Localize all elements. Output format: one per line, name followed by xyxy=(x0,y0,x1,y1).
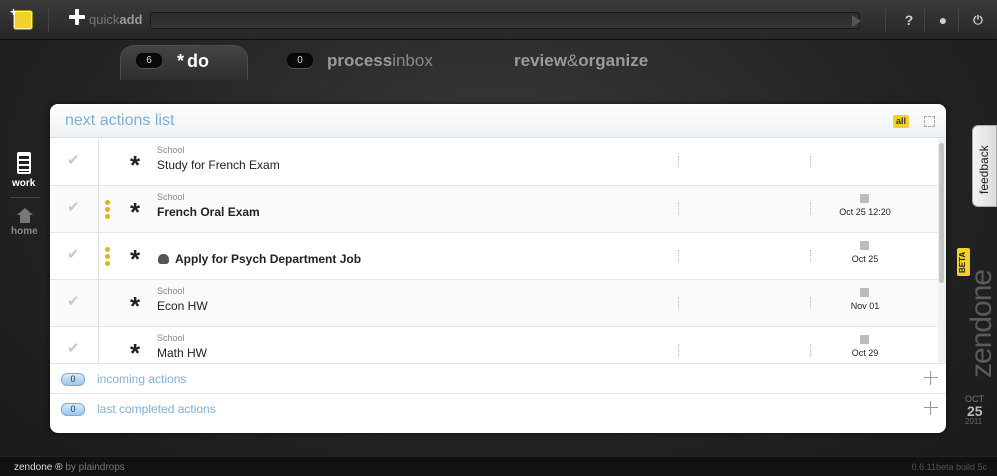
app-window: + quickadd ? ● ⏻ 6 * do 0 processinbox re… xyxy=(0,0,997,476)
divider xyxy=(678,344,679,356)
help-icon[interactable]: ? xyxy=(901,12,917,28)
home-icon[interactable] xyxy=(17,208,33,224)
action-context: School xyxy=(157,145,185,155)
divider xyxy=(810,344,811,356)
footer: zendone ® by plaindrops 0.6.11beta build… xyxy=(0,456,997,476)
sidebar-item-work[interactable]: work xyxy=(12,178,35,189)
sidebar-item-home[interactable]: home xyxy=(11,226,38,237)
incoming-count: 0 xyxy=(61,373,85,386)
divider xyxy=(678,297,679,309)
divider xyxy=(924,8,925,32)
due-date: Nov 01 xyxy=(850,301,880,311)
quickadd-input[interactable] xyxy=(150,12,860,29)
top-bar: + quickadd ? ● ⏻ xyxy=(0,0,997,40)
next-actions-panel: next actions list all ✔ * School Study f… xyxy=(50,104,946,433)
list-item[interactable]: ✔ * Apply for Psych Department Job Oct 2… xyxy=(50,233,938,280)
list-item[interactable]: ✔ * School French Oral Exam Oct 25 12:20 xyxy=(50,186,938,233)
divider xyxy=(810,250,811,262)
divider xyxy=(98,139,99,185)
divider xyxy=(958,8,959,32)
expand-plus-icon[interactable] xyxy=(924,401,938,415)
divider xyxy=(810,297,811,309)
quickadd-plus-icon[interactable] xyxy=(68,8,86,26)
brand-logo: zendone xyxy=(965,269,997,378)
divider xyxy=(10,197,40,198)
expand-icon[interactable] xyxy=(924,116,935,127)
due-date: Oct 25 xyxy=(851,254,879,264)
check-icon[interactable]: ✔ xyxy=(67,153,84,168)
check-icon[interactable]: ✔ xyxy=(67,341,84,356)
list-item[interactable]: ✔ * School Econ HW Nov 01 xyxy=(50,280,938,327)
action-context: School xyxy=(157,192,185,202)
divider xyxy=(678,203,679,215)
expand-plus-icon[interactable] xyxy=(924,371,938,385)
work-icon[interactable] xyxy=(17,152,31,174)
check-icon[interactable]: ✔ xyxy=(67,294,84,309)
feedback-tab[interactable]: feedback xyxy=(972,125,997,207)
divider xyxy=(810,156,811,168)
tab-review-organize[interactable]: review&organize xyxy=(514,51,648,71)
panel-header: next actions list all xyxy=(50,104,946,138)
panel-title: next actions list xyxy=(65,112,175,129)
list-item[interactable]: ✔ * School Math HW Oct 29 xyxy=(50,327,938,363)
divider xyxy=(810,203,811,215)
action-title[interactable]: Study for French Exam xyxy=(157,158,280,172)
star-icon[interactable]: * xyxy=(130,199,140,225)
action-context: School xyxy=(157,333,185,343)
star-icon[interactable]: * xyxy=(130,293,140,319)
divider xyxy=(885,8,886,32)
date-year: 2011 xyxy=(965,417,983,426)
divider xyxy=(98,186,99,232)
filter-all-button[interactable]: all xyxy=(893,115,909,128)
calendar-icon xyxy=(860,194,869,203)
incoming-actions-label[interactable]: incoming actions xyxy=(97,372,186,386)
quickadd-submit-icon[interactable] xyxy=(852,15,861,27)
list-scrollbar[interactable] xyxy=(938,139,946,363)
action-list: ✔ * School Study for French Exam ✔ * Sch… xyxy=(50,139,938,363)
user-icon[interactable]: ● xyxy=(935,12,951,28)
divider xyxy=(98,327,99,363)
quickadd-label: quickadd xyxy=(89,12,143,27)
priority-icon xyxy=(105,200,110,221)
due-date: Oct 29 xyxy=(851,348,879,358)
scroll-thumb[interactable] xyxy=(939,143,944,283)
calendar-icon xyxy=(860,335,869,344)
divider xyxy=(98,280,99,326)
calendar-icon xyxy=(860,288,869,297)
action-title[interactable]: Apply for Psych Department Job xyxy=(175,252,361,266)
check-icon[interactable]: ✔ xyxy=(67,247,84,262)
completed-actions-section[interactable]: 0 last completed actions xyxy=(50,393,946,423)
divider xyxy=(678,250,679,262)
list-item[interactable]: ✔ * School Study for French Exam xyxy=(50,139,938,186)
tab-do-count: 6 xyxy=(136,53,162,68)
action-title[interactable]: Econ HW xyxy=(157,299,208,313)
star-icon[interactable]: * xyxy=(130,152,140,178)
action-title[interactable]: French Oral Exam xyxy=(157,205,260,219)
footer-credit: zendone ® by plaindrops xyxy=(14,462,125,473)
new-note-icon[interactable]: + xyxy=(10,5,33,30)
version-label: 0.6.11beta build 5c xyxy=(911,462,987,472)
completed-count: 0 xyxy=(61,403,85,416)
evernote-icon xyxy=(158,254,169,264)
calendar-icon xyxy=(860,241,869,250)
incoming-actions-section[interactable]: 0 incoming actions xyxy=(50,363,946,393)
divider xyxy=(678,156,679,168)
action-title[interactable]: Math HW xyxy=(157,346,207,360)
star-icon: * xyxy=(177,51,185,71)
check-icon[interactable]: ✔ xyxy=(67,200,84,215)
divider xyxy=(98,233,99,279)
due-date: Oct 25 12:20 xyxy=(839,207,891,217)
tab-do[interactable]: * do xyxy=(177,51,209,72)
power-icon[interactable]: ⏻ xyxy=(970,12,986,28)
completed-actions-label[interactable]: last completed actions xyxy=(97,402,216,416)
action-context: School xyxy=(157,286,185,296)
tab-process-inbox[interactable]: processinbox xyxy=(327,51,433,71)
priority-icon xyxy=(105,247,110,268)
star-icon[interactable]: * xyxy=(130,246,140,272)
divider xyxy=(48,8,49,32)
star-icon[interactable]: * xyxy=(130,340,140,363)
tab-process-count: 0 xyxy=(287,53,313,68)
